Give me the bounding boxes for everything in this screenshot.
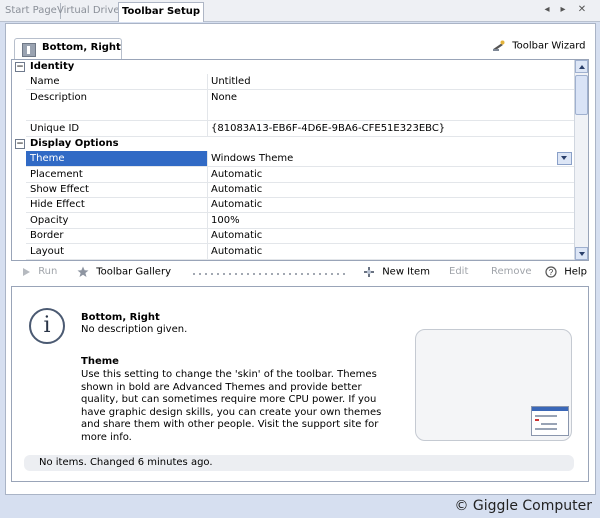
property-name: Description: [30, 92, 87, 103]
toolbar-separator: [191, 273, 346, 275]
property-name: Show Effect: [30, 184, 89, 195]
dropdown-arrow-icon[interactable]: [557, 152, 572, 165]
help-label: Help: [564, 266, 587, 278]
toolbar-wizard-label: Toolbar Wizard: [512, 40, 586, 52]
category-display-options[interactable]: − Display Options: [12, 137, 574, 151]
property-value[interactable]: Automatic: [211, 230, 262, 241]
property-value[interactable]: Untitled: [211, 76, 251, 87]
property-row-name[interactable]: Name Untitled: [26, 74, 574, 90]
tab-next-icon[interactable]: ▸: [557, 4, 569, 16]
property-name: Name: [30, 76, 60, 87]
property-value[interactable]: Automatic: [211, 199, 262, 210]
property-value[interactable]: 100%: [211, 215, 240, 226]
property-row-layout[interactable]: Layout Automatic: [26, 244, 574, 260]
toolbar-gallery-label: Toolbar Gallery: [96, 266, 171, 278]
svg-text:?: ?: [549, 268, 554, 277]
topic-text: Use this setting to change the 'skin' of…: [81, 369, 382, 443]
help-icon: ?: [545, 266, 557, 278]
help-button[interactable]: ? Help: [545, 266, 587, 280]
property-row-opacity[interactable]: Opacity 100%: [26, 213, 574, 229]
info-icon: i: [29, 308, 65, 344]
toolbar-gallery-button[interactable]: Toolbar Gallery: [77, 266, 171, 280]
property-row-theme[interactable]: Theme Windows Theme: [26, 151, 574, 167]
toolbar-setup-panel: Bottom, Right Toolbar Wizard − Identity …: [5, 23, 596, 495]
info-title: Bottom, Right: [81, 312, 160, 323]
mini-toolbar-preview: [531, 406, 569, 436]
property-row-placement[interactable]: Placement Automatic: [26, 167, 574, 183]
status-text: No items. Changed 6 minutes ago.: [39, 457, 213, 468]
new-item-icon: [364, 267, 374, 277]
property-value[interactable]: {81083A13-EB6F-4D6E-9BA6-CFE51E323EBC}: [211, 123, 445, 134]
property-grid-scrollbar[interactable]: [574, 60, 588, 260]
close-icon[interactable]: ✕: [576, 4, 588, 16]
property-name: Placement: [30, 169, 83, 180]
property-row-show-effect[interactable]: Show Effect Automatic: [26, 182, 574, 198]
action-toolbar: Run Toolbar Gallery New Item Edit Remove…: [11, 262, 591, 284]
scroll-down-icon[interactable]: [575, 247, 588, 260]
category-display-title: Display Options: [30, 138, 119, 149]
property-name: Unique ID: [30, 123, 80, 134]
property-name: Theme: [30, 153, 65, 164]
property-grid[interactable]: − Identity Name Untitled Description Non…: [11, 59, 589, 261]
play-icon: [23, 267, 30, 276]
new-item-button[interactable]: New Item: [363, 266, 430, 280]
category-identity-title: Identity: [30, 61, 75, 72]
info-panel: i Bottom, Right No description given. Th…: [11, 286, 589, 482]
property-value[interactable]: Automatic: [211, 184, 262, 195]
run-label: Run: [38, 266, 58, 277]
tab-toolbar-setup[interactable]: Toolbar Setup: [118, 2, 205, 22]
theme-preview: [415, 329, 572, 441]
property-row-hide-effect[interactable]: Hide Effect Automatic: [26, 197, 574, 213]
property-value[interactable]: Automatic: [211, 169, 262, 180]
new-item-label: New Item: [382, 266, 430, 278]
topic-title: Theme: [81, 356, 119, 367]
run-button[interactable]: Run: [21, 266, 57, 280]
scroll-up-icon[interactable]: [575, 60, 588, 73]
scroll-thumb[interactable]: [575, 75, 588, 115]
tab-prev-icon[interactable]: ◂: [541, 4, 553, 16]
category-identity[interactable]: − Identity: [12, 60, 574, 74]
subtab-label: Bottom, Right: [42, 42, 121, 53]
collapse-display-icon[interactable]: −: [15, 139, 25, 149]
property-name: Layout: [30, 246, 64, 257]
property-name: Hide Effect: [30, 199, 85, 210]
property-name: Border: [30, 230, 64, 241]
status-bar: No items. Changed 6 minutes ago.: [24, 455, 574, 471]
wizard-wand-icon: [493, 40, 505, 51]
property-value[interactable]: Windows Theme: [211, 153, 293, 164]
collapse-identity-icon[interactable]: −: [15, 62, 25, 72]
info-description: No description given.: [81, 324, 188, 335]
property-row-description[interactable]: Description None: [26, 90, 574, 121]
remove-label: Remove: [491, 266, 532, 277]
remove-button[interactable]: Remove: [491, 266, 532, 280]
tab-virtual-drives[interactable]: Virtual Drives: [54, 3, 128, 19]
document-tab-strip: Start Page Virtual Drives Toolbar Setup …: [0, 0, 600, 22]
tab-start-page[interactable]: Start Page: [2, 3, 61, 19]
property-value[interactable]: None: [211, 92, 237, 103]
toolbar-icon: [22, 43, 36, 57]
edit-label: Edit: [449, 266, 469, 277]
star-icon: [77, 266, 89, 277]
watermark: © Giggle Computer: [454, 498, 592, 514]
property-name: Opacity: [30, 215, 69, 226]
property-row-unique-id[interactable]: Unique ID {81083A13-EB6F-4D6E-9BA6-CFE51…: [26, 121, 574, 137]
property-value[interactable]: Automatic: [211, 246, 262, 257]
property-row-border[interactable]: Border Automatic: [26, 228, 574, 244]
toolbar-wizard-button[interactable]: Toolbar Wizard: [492, 40, 585, 54]
tab-bottom-right[interactable]: Bottom, Right: [14, 38, 122, 59]
edit-button[interactable]: Edit: [449, 266, 468, 280]
